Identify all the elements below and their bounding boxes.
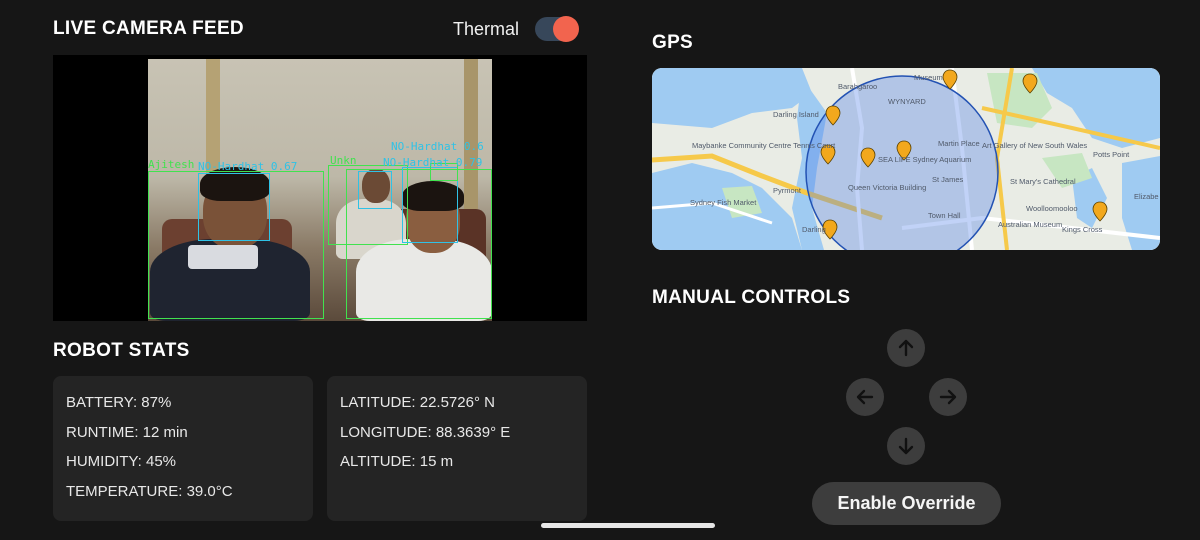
stat-altitude: ALTITUDE: 15 m xyxy=(340,453,454,470)
map-label-museum: Museum xyxy=(914,73,943,82)
stat-temperature: TEMPERATURE: 39.0°C xyxy=(66,482,233,500)
thermal-toggle-knob xyxy=(553,16,580,42)
home-indicator[interactable] xyxy=(541,523,715,528)
map-label-st-james: St James xyxy=(932,175,964,184)
camera-feed: Ajitesh NO-Hardhat 0.67 Unkn NO-Hardhat … xyxy=(53,55,587,321)
map-label-darling-island: Darling Island xyxy=(773,110,819,119)
controls-title: MANUAL CONTROLS xyxy=(652,287,851,308)
map-label-elizabeth: Elizabe xyxy=(1134,192,1159,201)
map-label-wynyard: WYNYARD xyxy=(888,97,926,106)
arrow-up-icon xyxy=(898,339,914,357)
map-label-darling: Darling xyxy=(802,225,826,234)
move-left-button[interactable] xyxy=(846,378,884,416)
stats-card-right: LATITUDE: 22.5726° N LONGITUDE: 88.3639°… xyxy=(327,376,587,521)
camera-image: Ajitesh NO-Hardhat 0.67 Unkn NO-Hardhat … xyxy=(148,59,492,321)
thermal-toggle[interactable] xyxy=(535,16,580,42)
move-right-button[interactable] xyxy=(929,378,967,416)
map-canvas: Barahgaroo WYNYARD Darling Island Pyrmon… xyxy=(652,68,1160,250)
detection-label-unknown: Unkn xyxy=(330,154,357,167)
map-label-australian-museum: Australian Museum xyxy=(998,220,1062,229)
map-label-martin-place: Martin Place xyxy=(938,139,980,148)
stat-latitude: LATITUDE: 22.5726° N xyxy=(340,394,495,411)
map-label-potts-point: Potts Point xyxy=(1093,150,1130,159)
move-up-button[interactable] xyxy=(887,329,925,367)
gps-map[interactable]: Barahgaroo WYNYARD Darling Island Pyrmon… xyxy=(652,68,1160,250)
map-label-pyrmont: Pyrmont xyxy=(773,186,802,195)
gps-title: GPS xyxy=(652,32,694,53)
camera-title: LIVE CAMERA FEED xyxy=(53,18,244,39)
thermal-label: Thermal xyxy=(453,18,520,39)
map-label-kings-cross: Kings Cross xyxy=(1062,225,1103,234)
stats-card-left: BATTERY: 87% RUNTIME: 12 min HUMIDITY: 4… xyxy=(53,376,313,521)
stats-title: ROBOT STATS xyxy=(53,340,190,361)
map-label-town-hall: Town Hall xyxy=(928,211,961,220)
stat-humidity: HUMIDITY: 45% xyxy=(66,453,177,470)
detection-label-hardhat-right: NO-Hardhat 0.79 xyxy=(383,156,483,169)
arrow-left-icon xyxy=(856,389,874,405)
arrow-down-icon xyxy=(898,437,914,455)
detection-label-hardhat-top: NO-Hardhat 0.6 xyxy=(391,140,484,153)
map-label-sea-life: SEA LIFE Sydney Aquarium xyxy=(878,155,971,164)
map-label-art-gallery: Art Gallery of New South Wales xyxy=(982,141,1087,150)
detection-label-hardhat-left: NO-Hardhat 0.67 xyxy=(198,160,298,173)
bbox-hardhat-left xyxy=(198,173,270,241)
map-label-fish-market: Sydney Fish Market xyxy=(690,198,757,207)
stat-longitude: LONGITUDE: 88.3639° E xyxy=(340,423,511,441)
stat-battery: BATTERY: 87% xyxy=(66,394,172,411)
detection-label-person-left: Ajitesh xyxy=(148,158,195,171)
map-label-st-marys: St Mary's Cathedral xyxy=(1010,177,1076,186)
map-label-qvb: Queen Victoria Building xyxy=(848,183,926,192)
map-label-barahgaroo: Barahgaroo xyxy=(838,82,877,91)
stat-runtime: RUNTIME: 12 min xyxy=(66,423,188,441)
enable-override-button[interactable]: Enable Override xyxy=(812,482,1001,525)
map-label-woolloomooloo: Woolloomooloo xyxy=(1026,204,1078,213)
move-down-button[interactable] xyxy=(887,427,925,465)
thermal-toggle-group[interactable]: Thermal xyxy=(453,16,580,42)
arrow-right-icon xyxy=(939,389,957,405)
map-label-maybanke: Maybanke Community Centre Tennis Court xyxy=(692,141,836,150)
